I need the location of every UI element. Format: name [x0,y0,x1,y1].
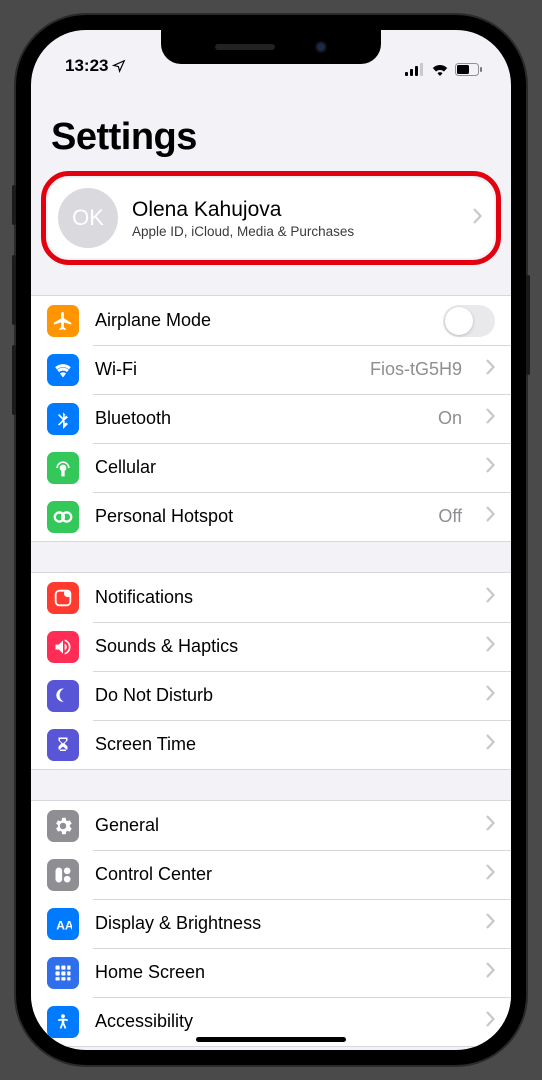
volume-up-button [12,255,16,325]
airplane-mode-toggle[interactable] [443,305,495,337]
status-right [405,63,483,76]
notch [161,30,381,64]
chevron-right-icon [486,864,495,885]
chevron-right-icon [486,408,495,429]
row-value: On [438,408,462,429]
sounds-row[interactable]: Sounds & Haptics [31,622,511,671]
row-label: General [95,815,462,836]
wifi-icon [431,63,449,76]
volume-down-button [12,345,16,415]
front-camera [315,41,327,53]
personal-hotspot-row[interactable]: Personal Hotspot Off [31,492,511,541]
phone-frame: 13:23 Settings [16,15,526,1065]
notifications-row[interactable]: Notifications [31,573,511,622]
row-label: Wi-Fi [95,359,354,380]
row-label: Accessibility [95,1011,462,1032]
bluetooth-row[interactable]: Bluetooth On [31,394,511,443]
display-icon: AA [47,908,79,940]
mute-switch [12,185,16,225]
cellular-signal-icon [405,63,425,76]
row-label: Display & Brightness [95,913,462,934]
screen: 13:23 Settings [31,30,511,1050]
row-label: Home Screen [95,962,462,983]
chevron-right-icon [473,208,482,229]
chevron-right-icon [486,457,495,478]
chevron-right-icon [486,913,495,934]
profile-text: Olena Kahujova Apple ID, iCloud, Media &… [132,198,451,239]
hourglass-icon [47,729,79,761]
status-time: 13:23 [65,56,108,76]
row-label: Sounds & Haptics [95,636,462,657]
chevron-right-icon [486,962,495,983]
home-screen-icon [47,957,79,989]
airplane-mode-row[interactable]: Airplane Mode [31,296,511,345]
cellular-icon [47,452,79,484]
chevron-right-icon [486,506,495,527]
home-indicator[interactable] [196,1037,346,1042]
profile-subtitle: Apple ID, iCloud, Media & Purchases [132,224,451,239]
hotspot-icon [47,501,79,533]
control-center-icon [47,859,79,891]
status-left: 13:23 [65,56,126,76]
settings-group-general: General Control Center AA Display & Bri [31,800,511,1047]
general-row[interactable]: General [31,801,511,850]
chevron-right-icon [486,359,495,380]
profile-name: Olena Kahujova [132,198,451,222]
cellular-row[interactable]: Cellular [31,443,511,492]
bluetooth-icon [47,403,79,435]
row-value: Off [438,506,462,527]
row-label: Airplane Mode [95,310,427,331]
svg-text:AA: AA [56,918,72,932]
control-center-row[interactable]: Control Center [31,850,511,899]
row-label: Notifications [95,587,462,608]
speaker [215,44,275,50]
settings-group-notifications: Notifications Sounds & Haptics Do Not [31,572,511,770]
avatar: OK [58,188,118,248]
chevron-right-icon [486,815,495,836]
wifi-settings-icon [47,354,79,386]
location-icon [112,59,126,73]
accessibility-icon [47,1006,79,1038]
chevron-right-icon [486,685,495,706]
chevron-right-icon [486,1011,495,1032]
apple-id-row[interactable]: OK Olena Kahujova Apple ID, iCloud, Medi… [48,178,494,258]
wifi-row[interactable]: Wi-Fi Fios-tG5H9 [31,345,511,394]
home-screen-row[interactable]: Home Screen [31,948,511,997]
row-label: Bluetooth [95,408,422,429]
avatar-initials: OK [72,205,104,231]
row-label: Cellular [95,457,462,478]
page-header: Settings [31,80,511,169]
row-label: Screen Time [95,734,462,755]
chevron-right-icon [486,636,495,657]
sounds-icon [47,631,79,663]
screen-time-row[interactable]: Screen Time [31,720,511,769]
notifications-icon [47,582,79,614]
row-value: Fios-tG5H9 [370,359,462,380]
chevron-right-icon [486,734,495,755]
chevron-right-icon [486,587,495,608]
page-title: Settings [51,116,491,159]
row-label: Do Not Disturb [95,685,462,706]
display-brightness-row[interactable]: AA Display & Brightness [31,899,511,948]
gear-icon [47,810,79,842]
toggle-knob [445,307,473,335]
settings-group-connectivity: Airplane Mode Wi-Fi Fios-tG5H9 [31,295,511,542]
moon-icon [47,680,79,712]
airplane-icon [47,305,79,337]
row-label: Personal Hotspot [95,506,422,527]
power-button [526,275,530,375]
do-not-disturb-row[interactable]: Do Not Disturb [31,671,511,720]
highlight-annotation: OK Olena Kahujova Apple ID, iCloud, Medi… [41,171,501,265]
battery-icon [455,63,483,76]
row-label: Control Center [95,864,462,885]
